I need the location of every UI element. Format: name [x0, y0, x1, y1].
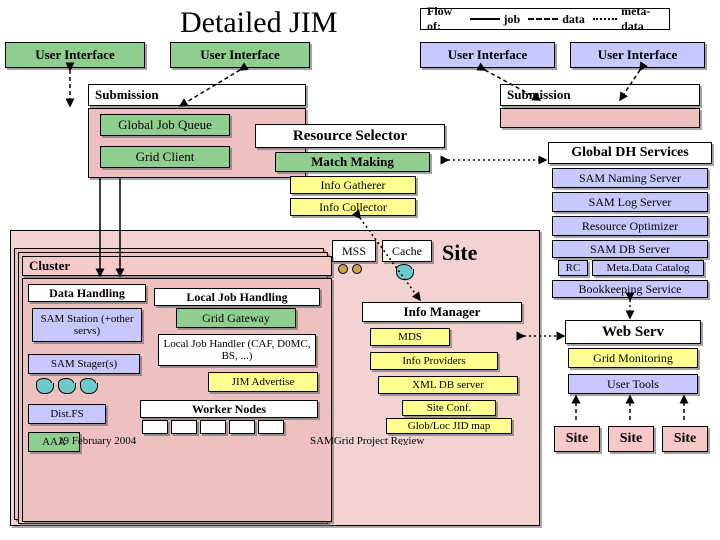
info-collector: Info Collector	[290, 198, 416, 216]
line-solid-icon	[470, 18, 500, 20]
tape-icon	[338, 264, 348, 274]
site-1: Site	[554, 426, 600, 452]
site-3: Site	[662, 426, 708, 452]
meta-catalog: Meta.Data Catalog	[592, 260, 704, 276]
sam-log: SAM Log Server	[552, 192, 708, 212]
site-label: Site	[442, 240, 477, 266]
site-conf: Site Conf.	[402, 400, 496, 416]
worker-nodes: Worker Nodes	[140, 400, 318, 418]
disk-icon	[36, 378, 52, 388]
user-tools: User Tools	[568, 374, 698, 394]
legend: Flow of: job data meta-data	[420, 8, 670, 30]
footer-date: 19 February 2004	[58, 435, 136, 447]
disk-icon	[80, 378, 96, 388]
worker-row	[142, 420, 284, 434]
legend-job: job	[504, 12, 521, 27]
info-manager: Info Manager	[362, 302, 522, 322]
disk-icon	[58, 378, 74, 388]
disk-icon	[396, 264, 412, 274]
submission-right: Submission	[500, 84, 700, 106]
line-dot-icon	[593, 18, 617, 20]
jim-advertise: JIM Advertise	[208, 372, 318, 392]
tape-icon	[352, 264, 362, 274]
data-handling: Data Handling	[28, 284, 146, 302]
sam-naming: SAM Naming Server	[552, 168, 708, 188]
page-title: Detailed JIM	[180, 6, 337, 40]
match-making: Match Making	[275, 152, 430, 172]
user-interface-3: User Interface	[420, 42, 555, 68]
web-serv: Web Serv	[565, 320, 701, 344]
submission-left: Submission	[88, 84, 306, 106]
user-interface-4: User Interface	[570, 42, 705, 68]
footer-review: SAMGrid Project Review	[310, 435, 424, 447]
line-dash-icon	[528, 18, 558, 20]
info-gatherer: Info Gatherer	[290, 176, 416, 194]
mss: MSS	[332, 240, 376, 262]
dist-fs: Dist.FS	[28, 404, 106, 424]
user-interface-1: User Interface	[5, 42, 145, 68]
legend-label: Flow of:	[427, 4, 462, 34]
resource-opt: Resource Optimizer	[552, 216, 708, 236]
user-interface-2: User Interface	[170, 42, 310, 68]
bookkeeping: Bookkeeping Service	[552, 280, 708, 298]
site-2: Site	[608, 426, 654, 452]
submission-right-panel	[500, 108, 700, 128]
sam-db: SAM DB Server	[552, 240, 708, 258]
grid-gateway: Grid Gateway	[176, 308, 296, 328]
xml-db: XML DB server	[378, 376, 518, 394]
local-job-handler: Local Job Handler (CAF, D0MC, BS, ...)	[158, 334, 316, 366]
sam-stager: SAM Stager(s)	[28, 354, 140, 374]
legend-meta: meta-data	[621, 4, 663, 34]
mds: MDS	[370, 328, 450, 346]
grid-monitoring: Grid Monitoring	[568, 348, 698, 368]
cache: Cache	[382, 240, 432, 262]
rc: RC	[558, 260, 588, 276]
resource-selector: Resource Selector	[255, 124, 445, 148]
glob-loc: Glob/Loc JID map	[386, 418, 512, 434]
global-dh: Global DH Services	[548, 142, 712, 164]
legend-data: data	[562, 12, 585, 27]
global-job-queue: Global Job Queue	[100, 114, 230, 136]
grid-client: Grid Client	[100, 146, 230, 168]
cluster: Cluster	[22, 256, 332, 276]
sam-station: SAM Station (+other servs)	[32, 308, 142, 342]
local-job-handling: Local Job Handling	[154, 288, 320, 306]
info-providers: Info Providers	[370, 352, 498, 370]
